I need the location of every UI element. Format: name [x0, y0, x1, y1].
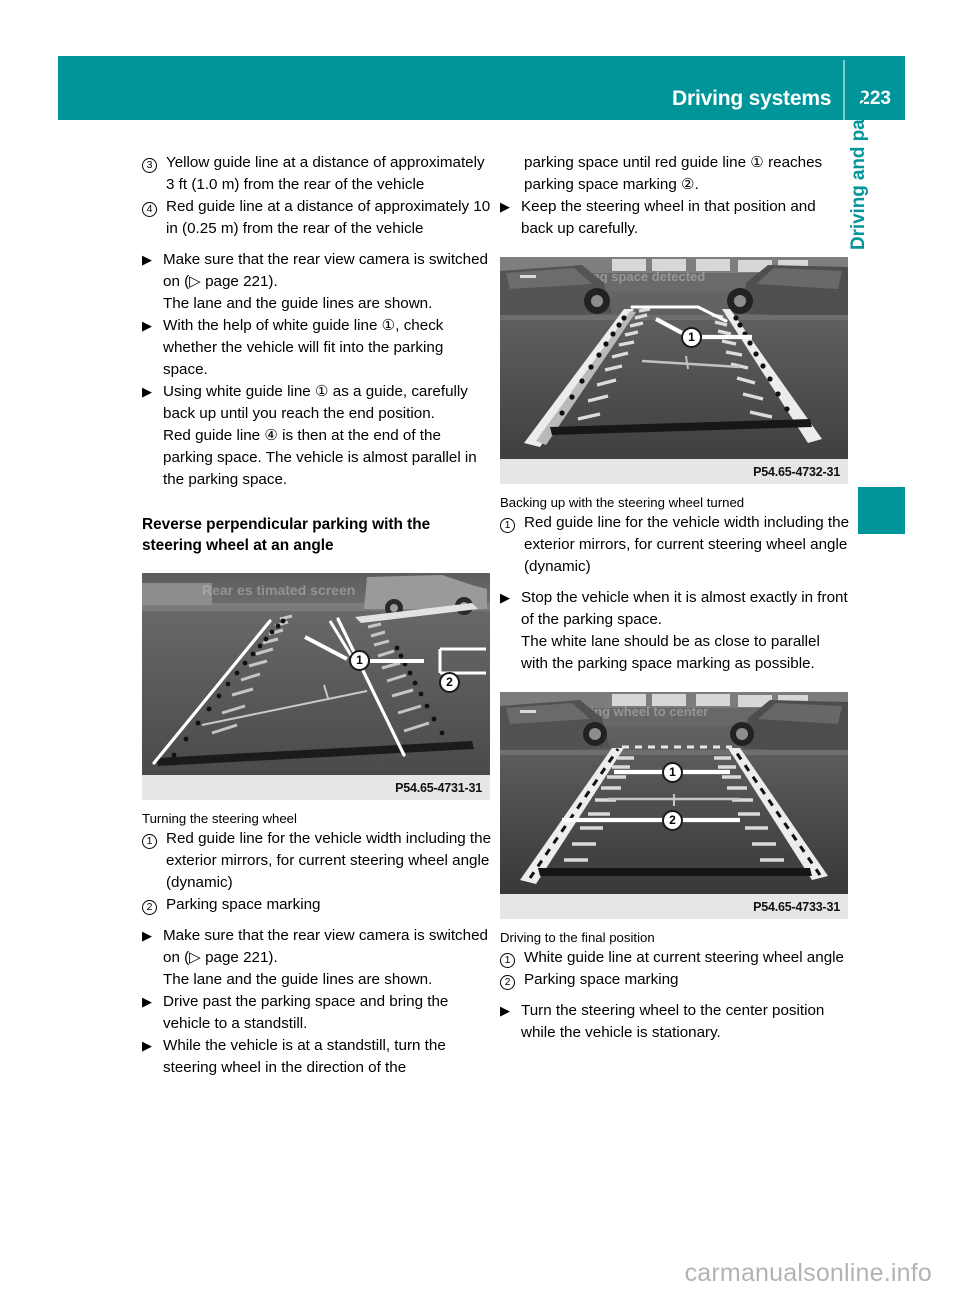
step-item: ▶ With the help of white guide line ①, c…	[142, 315, 492, 381]
legend-item: 2 Parking space marking	[142, 894, 492, 916]
callout-number-3: 3	[142, 152, 166, 174]
legend-text: Red guide line for the vehicle width inc…	[524, 514, 850, 575]
figure-caption: Driving to the final position	[500, 930, 655, 945]
step-line: Red guide line ④ is then at the end of t…	[163, 427, 477, 488]
step-item: ▶ Drive past the parking space and bring…	[142, 991, 492, 1035]
bullet-arrow-icon: ▶	[142, 1038, 152, 1053]
site-watermark: carmanualsonline.info	[684, 1259, 932, 1287]
step-line: Make sure that the rear view camera is s…	[163, 927, 488, 966]
step-line: The lane and the guide lines are shown.	[163, 295, 433, 312]
svg-text:Rear es timated screen: Rear es timated screen	[202, 582, 355, 598]
bullet-arrow-icon: ▶	[500, 199, 510, 214]
step-line: While the vehicle is at a standstill, tu…	[163, 1037, 446, 1076]
step-item: ▶ Turn the steering wheel to the center …	[500, 1000, 850, 1044]
legend-item: 2 Parking space marking	[500, 969, 850, 991]
figure-code: P54.65-4732-31	[753, 464, 840, 479]
bullet-arrow-icon: ▶	[142, 252, 152, 267]
continuation-text: parking space until red guide line ① rea…	[524, 154, 823, 193]
step-line: Stop the vehicle when it is almost exact…	[521, 589, 848, 628]
step-line: The lane and the guide lines are shown.	[163, 971, 433, 988]
legend-text: Red guide line for the vehicle width inc…	[166, 830, 492, 891]
legend-item: 3 Yellow guide line at a distance of app…	[142, 152, 492, 196]
legend-text: Red guide line at a distance of approxim…	[166, 198, 491, 237]
right-column: parking space until red guide line ① rea…	[500, 152, 850, 1044]
section-heading: Reverse perpendicular parking with the s…	[142, 516, 431, 554]
callout-number-4: 4	[142, 196, 166, 218]
photo-callout-1: 1	[681, 327, 702, 348]
figure-code-bar: P54.65-4733-31	[500, 894, 848, 919]
legend-item: 4 Red guide line at a distance of approx…	[142, 196, 492, 240]
legend-item: 1 Red guide line for the vehicle width i…	[500, 512, 850, 578]
step-line: Make sure that the rear view camera is s…	[163, 251, 488, 290]
step-line: The white lane should be as close to par…	[521, 633, 820, 672]
bullet-arrow-icon: ▶	[500, 590, 510, 605]
photo-graphic: Rear es timated screen	[142, 573, 490, 775]
callout-number-2: 2	[142, 894, 166, 916]
callout-number-2: 2	[500, 969, 524, 991]
step-item: ▶ Stop the vehicle when it is almost exa…	[500, 587, 850, 675]
section-tab-label: Driving and parking	[848, 73, 869, 250]
photo-graphic: Parking space detected	[500, 257, 848, 459]
photo-callout-2: 2	[439, 672, 460, 693]
step-line: Using white guide line ① as a guide, car…	[163, 383, 468, 422]
rear-view-camera-photo: Parking space detected 1	[500, 257, 848, 459]
figure-code-bar: P54.65-4731-31	[142, 775, 490, 800]
rear-view-camera-photo: Rear es timated screen 1 2	[142, 573, 490, 775]
step-item: ▶ Make sure that the rear view camera is…	[142, 249, 492, 315]
left-column: 3 Yellow guide line at a distance of app…	[142, 152, 492, 1079]
step-line: Turn the steering wheel to the center po…	[521, 1002, 825, 1041]
bullet-arrow-icon: ▶	[500, 1003, 510, 1018]
step-line: Drive past the parking space and bring t…	[163, 993, 449, 1032]
step-item: ▶ Keep the steering wheel in that positi…	[500, 196, 850, 240]
photo-callout-2: 2	[662, 810, 683, 831]
photo-graphic: Steering wheel to center	[500, 692, 848, 894]
legend-item: 1 White guide line at current steering w…	[500, 947, 850, 969]
figure-backing-up: Parking space detected 1 P54.65-4732-31	[500, 257, 848, 484]
page-header-bar: Driving systems 223	[58, 56, 905, 120]
legend-text: Parking space marking	[166, 896, 321, 913]
callout-number-1: 1	[500, 512, 524, 534]
figure-code: P54.65-4731-31	[395, 780, 482, 795]
callout-number-1: 1	[142, 828, 166, 850]
step-line: Keep the steering wheel in that position…	[521, 198, 816, 237]
photo-callout-1: 1	[662, 762, 683, 783]
figure-caption: Backing up with the steering wheel turne…	[500, 495, 745, 510]
bullet-arrow-icon: ▶	[142, 384, 152, 399]
figure-code-bar: P54.65-4732-31	[500, 459, 848, 484]
step-item: ▶ Using white guide line ① as a guide, c…	[142, 381, 492, 491]
legend-item: 1 Red guide line for the vehicle width i…	[142, 828, 492, 894]
continuation-paragraph: parking space until red guide line ① rea…	[500, 152, 850, 196]
callout-number-1: 1	[500, 947, 524, 969]
legend-text: White guide line at current steering whe…	[524, 949, 844, 966]
legend-text: Yellow guide line at a distance of appro…	[166, 154, 485, 193]
figure-turning-steering-wheel: Rear es timated screen 1 2 P54.65-4731-3…	[142, 573, 490, 800]
figure-code: P54.65-4733-31	[753, 899, 840, 914]
bullet-arrow-icon: ▶	[142, 994, 152, 1009]
legend-text: Parking space marking	[524, 971, 679, 988]
step-item: ▶ Make sure that the rear view camera is…	[142, 925, 492, 991]
bullet-arrow-icon: ▶	[142, 928, 152, 943]
figure-caption: Turning the steering wheel	[142, 811, 297, 826]
figure-final-position: Steering wheel to center 1 2 P54.65-4733…	[500, 692, 848, 919]
bullet-arrow-icon: ▶	[142, 318, 152, 333]
page-title: Driving systems	[672, 87, 832, 110]
rear-view-camera-photo: Steering wheel to center 1 2	[500, 692, 848, 894]
step-line: With the help of white guide line ①, che…	[163, 317, 444, 378]
step-item: ▶ While the vehicle is at a standstill, …	[142, 1035, 492, 1079]
photo-callout-1: 1	[349, 650, 370, 671]
section-tab-marker	[858, 487, 905, 534]
